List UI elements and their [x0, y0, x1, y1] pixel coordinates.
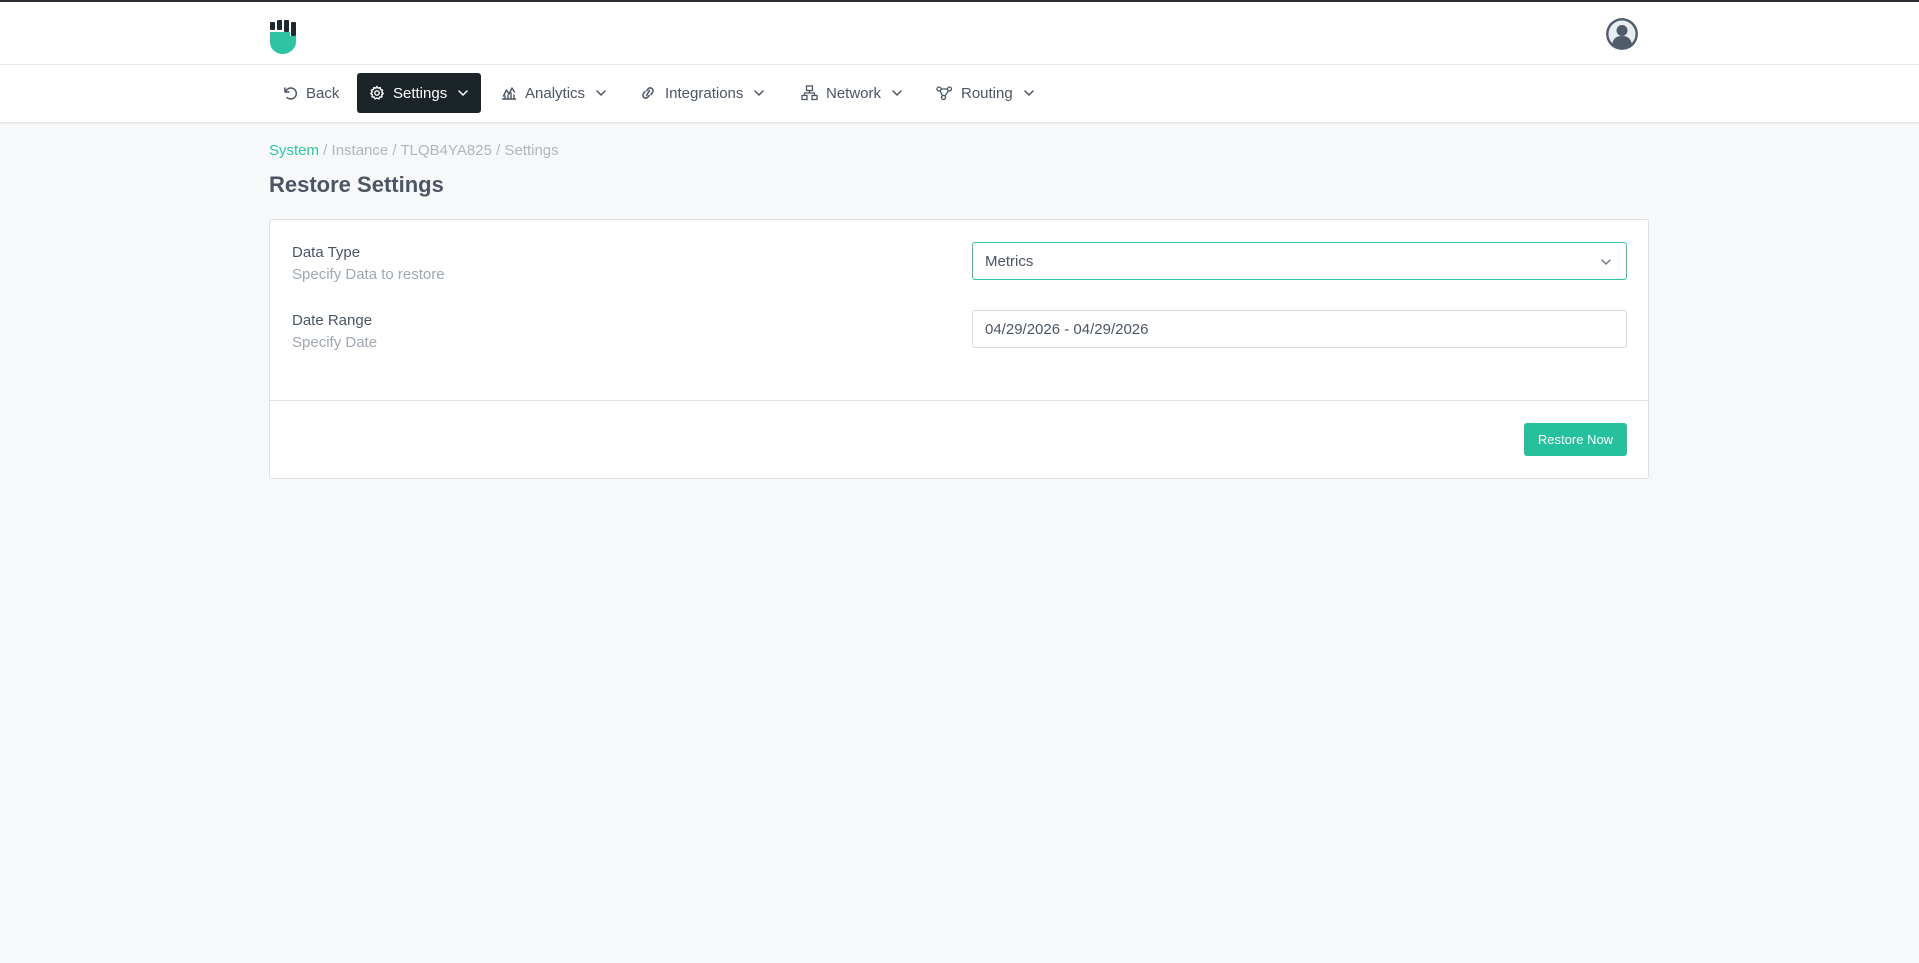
main-nav: Back Settings Analytics Integrations Net… [0, 65, 1919, 123]
nav-analytics[interactable]: Analytics [489, 73, 619, 113]
page-title: Restore Settings [269, 172, 444, 197]
network-icon [801, 85, 818, 101]
breadcrumb-item-instance: Instance [331, 142, 389, 159]
breadcrumb-item-settings: Settings [504, 142, 559, 159]
link-icon [642, 87, 654, 99]
breadcrumb-separator: / [319, 142, 332, 159]
data-type-select[interactable]: Metrics [972, 242, 1627, 280]
breadcrumb-item-system[interactable]: System [269, 142, 319, 159]
nav-network[interactable]: Network [789, 73, 915, 113]
gear-icon [370, 85, 384, 100]
breadcrumb-separator: / [491, 142, 505, 159]
chevron-down-icon [892, 90, 902, 97]
date-range-value: 04/29/2026 - 04/29/2026 [985, 320, 1149, 338]
nav-integrations[interactable]: Integrations [627, 73, 777, 113]
nav-back-label: Back [306, 84, 340, 102]
fist-shield-logo-icon[interactable] [268, 20, 298, 56]
nav-network-label: Network [826, 84, 882, 102]
breadcrumb-item-instance-id: TLQB4YA825 [400, 142, 492, 159]
chevron-down-icon [1023, 90, 1034, 97]
breadcrumb-separator: / [388, 142, 401, 159]
undo-icon [284, 87, 298, 100]
chevron-down-icon [1601, 259, 1611, 265]
card-divider [270, 400, 1648, 401]
restore-now-button[interactable]: Restore Now [1524, 423, 1627, 456]
data-type-help: Specify Data to restore [292, 266, 445, 283]
nav-back[interactable]: Back [270, 73, 351, 113]
chevron-down-icon [596, 90, 606, 97]
user-avatar-icon[interactable] [1606, 18, 1638, 50]
nav-routing-label: Routing [961, 84, 1013, 102]
restore-settings-card: Data Type Specify Data to restore Metric… [269, 219, 1649, 479]
nav-settings-label: Settings [393, 84, 448, 102]
nav-integrations-label: Integrations [665, 84, 744, 102]
chevron-down-icon [754, 90, 765, 97]
chevron-down-icon [458, 90, 468, 97]
nav-routing[interactable]: Routing [924, 73, 1047, 113]
date-range-input[interactable]: 04/29/2026 - 04/29/2026 [972, 310, 1627, 348]
nav-settings[interactable]: Settings [357, 73, 482, 113]
top-header [0, 0, 1919, 65]
data-type-selected-value: Metrics [985, 252, 1034, 270]
nav-analytics-label: Analytics [525, 84, 586, 102]
breadcrumb: System / Instance / TLQB4YA825 / Setting… [269, 142, 559, 159]
date-range-help: Specify Date [292, 334, 378, 351]
routing-icon [936, 86, 953, 101]
line-chart-icon [501, 87, 517, 100]
date-range-label: Date Range [292, 312, 373, 329]
data-type-label: Data Type [292, 244, 361, 261]
